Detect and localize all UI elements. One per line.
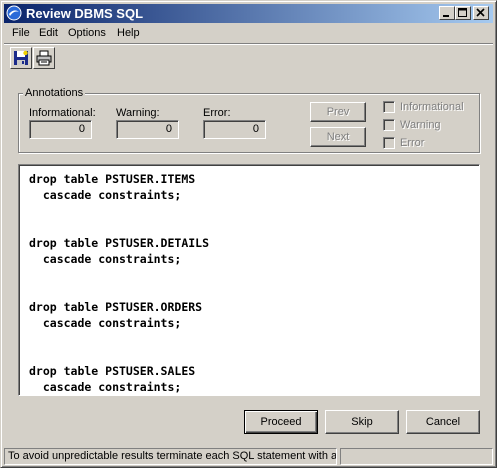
print-button[interactable] xyxy=(33,47,55,69)
warning-checkbox[interactable] xyxy=(383,119,395,131)
informational-checkbox-label: Informational xyxy=(400,101,464,113)
save-button[interactable] xyxy=(10,47,32,69)
menu-bar: File Edit Options Help xyxy=(4,24,493,42)
minimize-icon xyxy=(443,15,449,17)
status-panel xyxy=(340,448,493,465)
print-icon xyxy=(36,50,52,66)
warning-count: 0 xyxy=(116,120,179,139)
maximize-icon xyxy=(458,8,467,17)
informational-count: 0 xyxy=(29,120,92,139)
review-dbms-sql-window: Review DBMS SQL File Edit Options Help A… xyxy=(0,0,497,468)
next-button[interactable]: Next xyxy=(310,127,366,147)
title-bar[interactable]: Review DBMS SQL xyxy=(4,4,493,23)
sql-line: drop table PSTUSER.SALES xyxy=(29,364,196,378)
maximize-button[interactable] xyxy=(455,6,471,20)
sql-line: drop table PSTUSER.DETAILS xyxy=(29,236,210,250)
close-icon xyxy=(476,8,485,17)
toolbar-separator xyxy=(4,43,493,45)
skip-button[interactable]: Skip xyxy=(325,410,399,434)
menu-file[interactable]: File xyxy=(12,26,30,40)
error-checkbox-label: Error xyxy=(400,137,425,149)
informational-checkbox[interactable] xyxy=(383,101,395,113)
proceed-button[interactable]: Proceed xyxy=(244,410,318,434)
prev-button[interactable]: Prev xyxy=(310,102,366,122)
status-bar: To avoid unpredictable results terminate… xyxy=(4,448,493,466)
sql-line: cascade constraints; xyxy=(29,188,182,202)
error-count: 0 xyxy=(203,120,266,139)
sql-line: cascade constraints; xyxy=(29,252,182,266)
sql-text-area[interactable]: drop table PSTUSER.ITEMS cascade constra… xyxy=(18,164,480,396)
warning-checkbox-label: Warning xyxy=(400,119,441,131)
minimize-button[interactable] xyxy=(439,6,455,20)
error-checkbox[interactable] xyxy=(383,137,395,149)
status-message: To avoid unpredictable results terminate… xyxy=(4,448,337,465)
close-button[interactable] xyxy=(473,6,489,20)
app-icon xyxy=(6,5,22,21)
sql-line: drop table PSTUSER.ITEMS xyxy=(29,172,196,186)
warning-label: Warning: xyxy=(116,107,160,119)
save-icon xyxy=(14,50,28,65)
window-title: Review DBMS SQL xyxy=(26,6,144,21)
sql-line: cascade constraints; xyxy=(29,316,182,330)
error-label: Error: xyxy=(203,107,231,119)
cancel-button[interactable]: Cancel xyxy=(406,410,480,434)
informational-label: Informational: xyxy=(29,107,96,119)
sql-line: drop table PSTUSER.ORDERS xyxy=(29,300,203,314)
menu-edit[interactable]: Edit xyxy=(39,26,58,40)
menu-help[interactable]: Help xyxy=(117,26,140,40)
menu-options[interactable]: Options xyxy=(68,26,106,40)
annotations-group-title: Annotations xyxy=(23,87,86,100)
sql-line: cascade constraints; xyxy=(29,380,182,394)
